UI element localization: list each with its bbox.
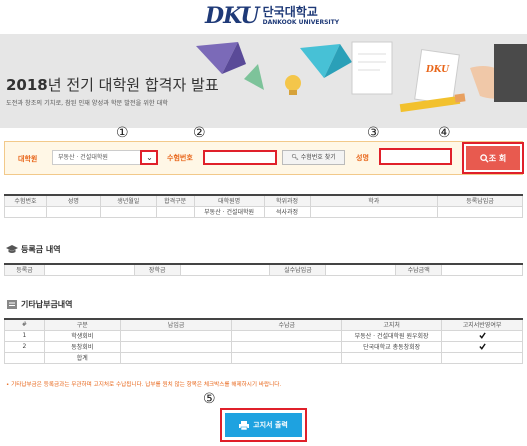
table-header-row: 수험번호 성명 생년월일 합격구분 대학원명 학위과정 학과 등록납입금: [4, 194, 523, 207]
receipt-icon: [7, 300, 17, 309]
document-paper-shape: [351, 41, 393, 95]
marker-3: ③: [367, 125, 380, 141]
page-title: 2018년 전기 대학원 합격자 발표: [6, 76, 219, 94]
graduation-cap-icon: [6, 245, 18, 253]
print-button-frame: 고지서 출력: [220, 408, 307, 442]
table-row: 1 학생회비 부동산 · 건설대학원 원우회장: [4, 329, 523, 342]
header-bar: DKU 단국대학교 DANKOOK UNIVERSITY: [0, 0, 527, 34]
page-subtitle: 도전과 창조의 기치로, 참된 인재 양성과 학문 발전을 위한 대학: [6, 100, 168, 107]
print-notice-button[interactable]: 고지서 출력: [225, 413, 302, 437]
table-row: 2 동창회비 단국대학교 총동창회장: [4, 340, 523, 353]
table-row: 부동산 · 건설대학원 석사과정: [4, 205, 523, 218]
name-input[interactable]: [379, 148, 452, 165]
exam-number-input[interactable]: [203, 150, 277, 165]
table-row: 등록금 장학금 실수납입금 수납금액: [4, 263, 523, 276]
chevron-down-icon[interactable]: ⌄: [140, 150, 158, 165]
marker-1: ①: [116, 125, 129, 141]
marker-5: ⑤: [203, 391, 216, 407]
table-row-total: 합계: [4, 351, 523, 364]
green-triangle-shape: [244, 64, 264, 90]
lightbulb-icon: [285, 75, 301, 91]
query-button[interactable]: 조 회: [466, 146, 520, 170]
marker-2: ②: [193, 125, 206, 141]
checkbox-checked-icon[interactable]: [478, 332, 486, 339]
checkbox-checked-icon[interactable]: [478, 343, 486, 350]
search-panel: 대학원 부동산 · 건설대학원 ⌄ 수험번호 🔍︎ 수험번호 찾기 성명 조 회: [4, 141, 524, 175]
logo-mark: DKU: [205, 3, 260, 29]
applicant-table: 수험번호 성명 생년월일 합격구분 대학원명 학위과정 학과 등록납입금 부동산…: [4, 194, 523, 218]
logo-name-en: DANKOOK UNIVERSITY: [262, 19, 340, 26]
graduate-school-value: 부동산 · 건설대학원: [58, 154, 108, 161]
other-fees-table: # 구분 납입금 수납금 고지처 고지서반영여부 1 학생회비 부동산 · 건설…: [4, 318, 523, 364]
name-label: 성명: [356, 154, 369, 162]
tuition-table: 등록금 장학금 실수납입금 수납금액: [4, 263, 523, 276]
tuition-section-title: 등록금 내역: [6, 244, 61, 255]
graduate-school-select[interactable]: 부동산 · 건설대학원 ⌄: [52, 150, 158, 165]
document-mark: DKU: [425, 65, 450, 75]
other-fees-section-title: 기타납부금내역: [6, 299, 73, 310]
table-header-row: # 구분 납입금 수납금 고지처 고지서반영여부: [4, 318, 523, 331]
find-exam-number-button[interactable]: 🔍︎ 수험번호 찾기: [282, 150, 345, 165]
exam-number-label: 수험번호: [167, 154, 193, 162]
banner: DKU 2018년 전기 대학원 합격자 발표 도전과 창조의 기치로, 참된 …: [0, 34, 527, 128]
graduate-school-label: 대학원: [18, 155, 38, 163]
logo-name-kr: 단국대학교: [262, 5, 318, 19]
fee-notice: • 기타납부금은 등록금과는 무관하며 고지처로 수납됩니다. 납부를 원치 않…: [6, 382, 282, 388]
search-icon: [479, 153, 489, 163]
search-icon: 🔍︎: [291, 154, 299, 161]
university-logo[interactable]: DKU 단국대학교 DANKOOK UNIVERSITY: [205, 3, 339, 29]
marker-4: ④: [438, 125, 451, 141]
printer-icon: [239, 420, 250, 430]
query-button-frame: 조 회: [462, 142, 524, 174]
